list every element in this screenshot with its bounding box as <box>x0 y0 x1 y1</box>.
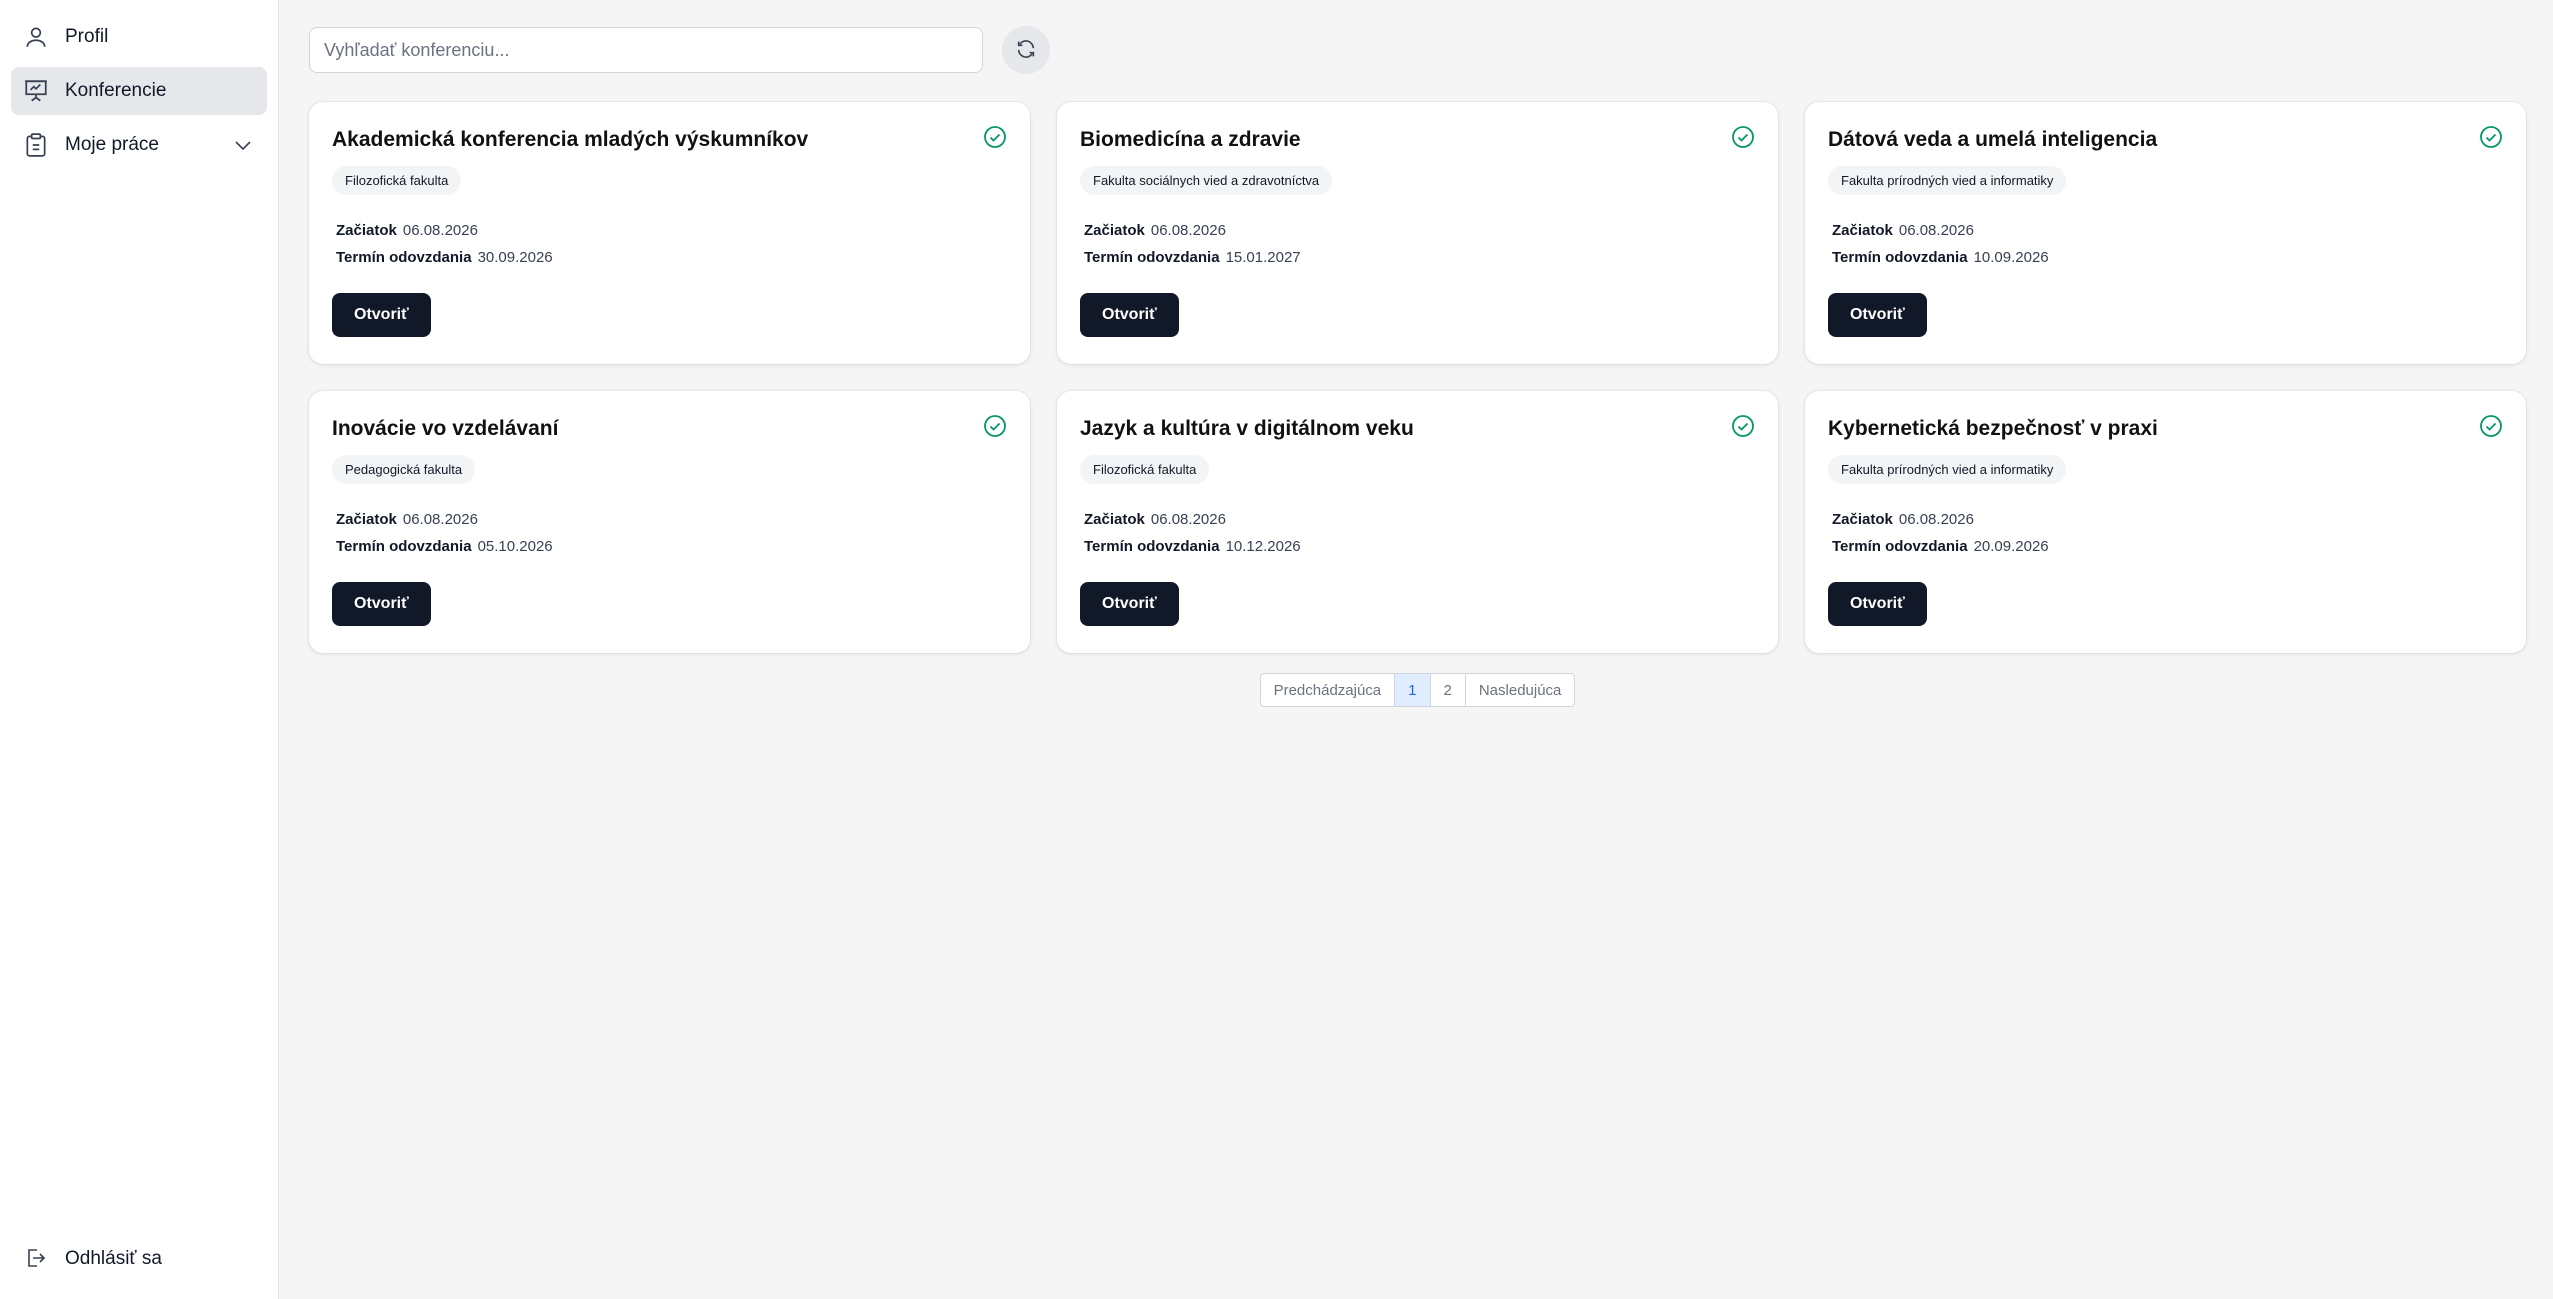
start-date: 06.08.2026 <box>402 511 478 528</box>
deadline-label: Termín odovzdania <box>1832 249 1968 266</box>
pagination-page-2[interactable]: 2 <box>1431 674 1466 706</box>
check-circle-icon <box>983 414 1007 438</box>
conference-title: Dátová veda a umelá inteligencia <box>1828 128 2158 151</box>
pagination-next[interactable]: Nasledujúca <box>1466 674 1575 706</box>
sidebar-item-profil[interactable]: Profil <box>11 13 267 61</box>
sidebar-item-moje-prace[interactable]: Moje práce <box>11 121 267 169</box>
deadline-label: Termín odovzdania <box>1084 249 1220 266</box>
conference-meta: Začiatok 06.08.2026 Termín odovzdania 10.0… <box>1828 217 2503 271</box>
conference-meta: Začiatok 06.08.2026 Termín odovzdania 20.0… <box>1828 506 2503 560</box>
open-button[interactable]: Otvoriť <box>332 293 431 337</box>
start-date: 06.08.2026 <box>1150 222 1226 239</box>
conference-title: Kybernetická bezpečnosť v praxi <box>1828 417 2158 440</box>
check-circle-icon <box>2479 125 2503 149</box>
presentation-icon <box>23 78 49 104</box>
check-circle-icon <box>983 125 1007 149</box>
conference-title: Inovácie vo vzdelávaní <box>332 417 559 440</box>
start-label: Začiatok <box>1832 511 1893 528</box>
open-button[interactable]: Otvoriť <box>1828 293 1927 337</box>
search-input[interactable] <box>309 27 983 73</box>
sidebar-item-label: Konferencie <box>65 80 167 101</box>
pagination-page-1[interactable]: 1 <box>1395 674 1431 706</box>
conference-card: Biomedicína a zdravie Fakulta sociálnych… <box>1057 102 1778 364</box>
deadline-date: 05.10.2026 <box>477 538 553 555</box>
start-date: 06.08.2026 <box>1898 511 1974 528</box>
chevron-down-icon[interactable] <box>231 133 255 157</box>
open-button[interactable]: Otvoriť <box>1080 293 1179 337</box>
deadline-label: Termín odovzdania <box>336 538 472 555</box>
conference-meta: Začiatok 06.08.2026 Termín odovzdania 30.0… <box>332 217 1007 271</box>
faculty-badge: Fakulta prírodných vied a informatiky <box>1828 455 2067 484</box>
logout-icon <box>23 1246 49 1272</box>
start-label: Začiatok <box>1832 222 1893 239</box>
sidebar-item-label: Moje práce <box>65 134 159 155</box>
start-date: 06.08.2026 <box>402 222 478 239</box>
start-label: Začiatok <box>1084 222 1145 239</box>
faculty-badge: Fakulta prírodných vied a informatiky <box>1828 166 2067 195</box>
faculty-badge: Fakulta sociálnych vied a zdravotníctva <box>1080 166 1333 195</box>
faculty-badge: Pedagogická fakulta <box>332 455 476 484</box>
start-date: 06.08.2026 <box>1150 511 1226 528</box>
toolbar <box>309 26 2526 74</box>
conference-meta: Začiatok 06.08.2026 Termín odovzdania 10.1… <box>1080 506 1755 560</box>
open-button[interactable]: Otvoriť <box>332 582 431 626</box>
conference-meta: Začiatok 06.08.2026 Termín odovzdania 15.0… <box>1080 217 1755 271</box>
pagination: Predchádzajúca 1 2 Nasledujúca <box>1259 673 1576 707</box>
faculty-badge: Filozofická fakulta <box>1080 455 1210 484</box>
check-circle-icon <box>1731 125 1755 149</box>
deadline-label: Termín odovzdania <box>1832 538 1968 555</box>
start-label: Začiatok <box>1084 511 1145 528</box>
conference-card: Kybernetická bezpečnosť v praxi Fakulta … <box>1805 391 2526 653</box>
deadline-date: 30.09.2026 <box>477 249 553 266</box>
deadline-label: Termín odovzdania <box>1084 538 1220 555</box>
conference-title: Jazyk a kultúra v digitálnom veku <box>1080 417 1414 440</box>
start-date: 06.08.2026 <box>1898 222 1974 239</box>
start-label: Začiatok <box>336 222 397 239</box>
conference-card: Jazyk a kultúra v digitálnom veku Filozo… <box>1057 391 1778 653</box>
refresh-button[interactable] <box>1002 26 1050 74</box>
user-icon <box>23 24 49 50</box>
conference-meta: Začiatok 06.08.2026 Termín odovzdania 05.1… <box>332 506 1007 560</box>
conference-card: Dátová veda a umelá inteligencia Fakulta… <box>1805 102 2526 364</box>
clipboard-icon <box>23 132 49 158</box>
conference-card: Inovácie vo vzdelávaní Pedagogická fakul… <box>309 391 1030 653</box>
deadline-date: 10.12.2026 <box>1225 538 1301 555</box>
pagination-prev[interactable]: Predchádzajúca <box>1261 674 1396 706</box>
check-circle-icon <box>1731 414 1755 438</box>
sidebar-item-label: Profil <box>65 26 109 47</box>
conference-card: Akademická konferencia mladých výskumník… <box>309 102 1030 364</box>
main-content: Akademická konferencia mladých výskumník… <box>279 0 2553 1299</box>
sidebar: Profil Konferencie Moje práce Odhlásiť s… <box>0 0 279 1299</box>
open-button[interactable]: Otvoriť <box>1828 582 1927 626</box>
logout-label: Odhlásiť sa <box>65 1248 162 1269</box>
conference-title: Akademická konferencia mladých výskumník… <box>332 128 809 151</box>
deadline-date: 15.01.2027 <box>1225 249 1301 266</box>
deadline-date: 20.09.2026 <box>1973 538 2049 555</box>
start-label: Začiatok <box>336 511 397 528</box>
conference-title: Biomedicína a zdravie <box>1080 128 1301 151</box>
faculty-badge: Filozofická fakulta <box>332 166 462 195</box>
conference-grid: Akademická konferencia mladých výskumník… <box>309 102 2526 653</box>
deadline-date: 10.09.2026 <box>1973 249 2049 266</box>
check-circle-icon <box>2479 414 2503 438</box>
deadline-label: Termín odovzdania <box>336 249 472 266</box>
open-button[interactable]: Otvoriť <box>1080 582 1179 626</box>
sidebar-item-konferencie[interactable]: Konferencie <box>11 67 267 115</box>
logout-button[interactable]: Odhlásiť sa <box>11 1235 267 1283</box>
refresh-icon <box>1015 38 1037 63</box>
